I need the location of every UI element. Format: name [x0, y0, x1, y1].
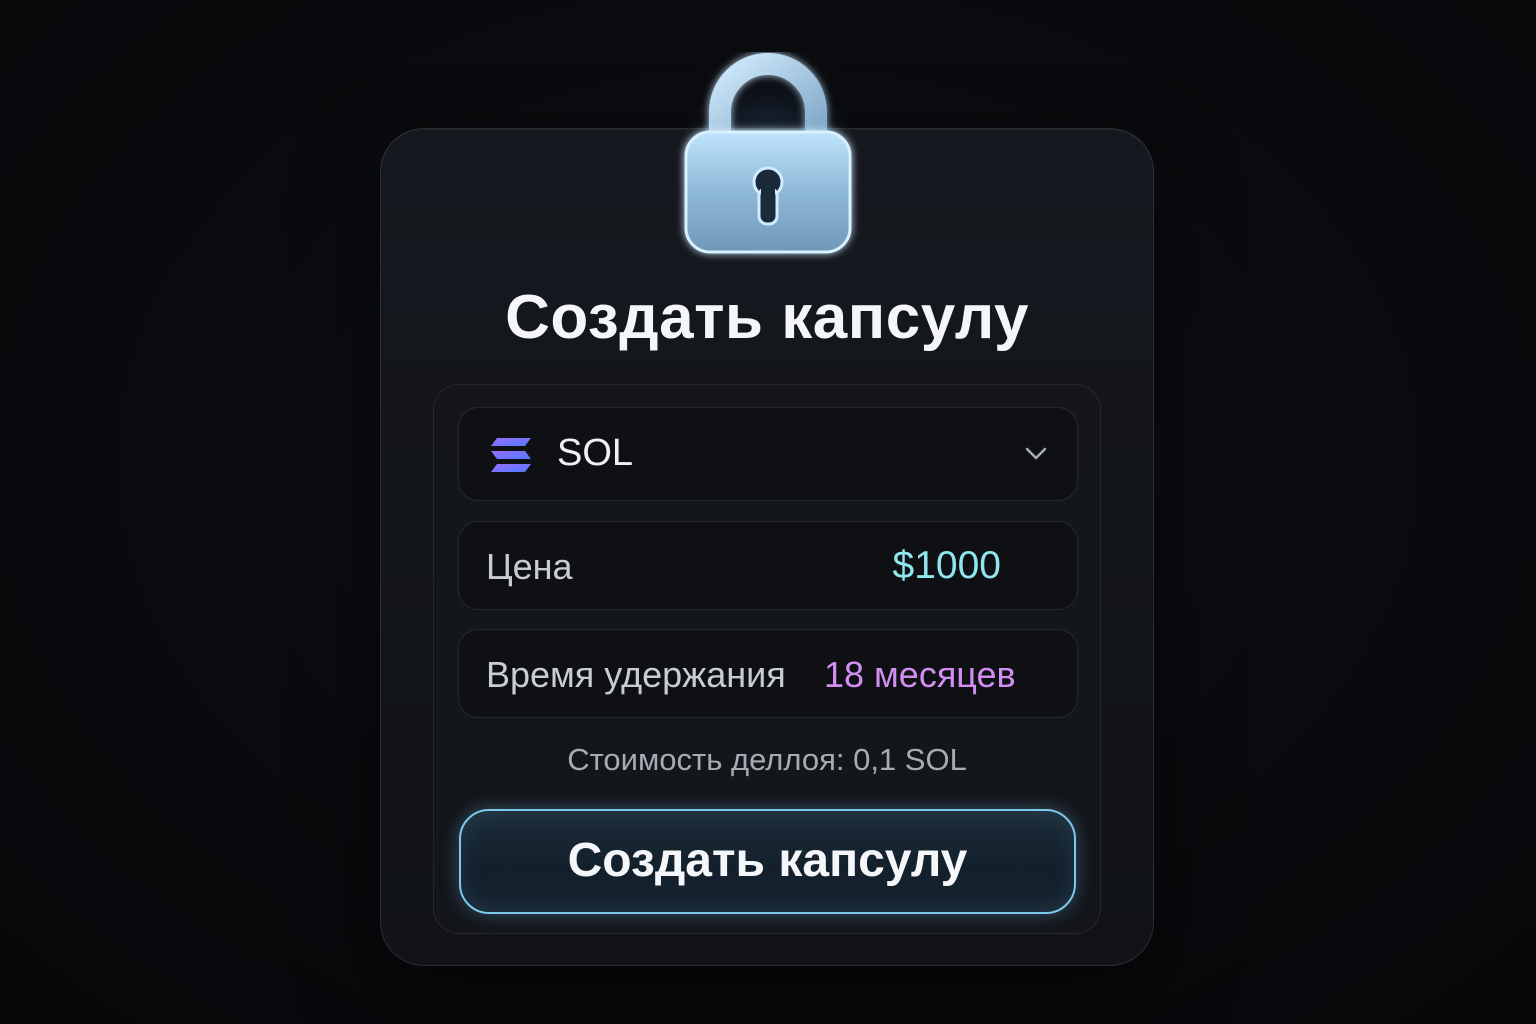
lock-icon: [668, 52, 868, 262]
page: Создать капсулу SOL Цена $1000 Время уде…: [0, 0, 1536, 1024]
hold-time-label: Время удержания: [486, 654, 786, 695]
solana-icon: [491, 438, 531, 472]
deploy-fee-text: Стоимость деллоя: 0,1 SOL: [567, 742, 967, 777]
token-select[interactable]: SOL: [458, 407, 1078, 501]
chevron-down-icon: [1025, 447, 1047, 460]
create-capsule-button[interactable]: Создать капсулу: [459, 809, 1076, 914]
hold-time-value: 18 месяцев: [824, 654, 1016, 695]
page-title: Создать капсулу: [505, 283, 1029, 352]
price-value: $1000: [892, 544, 1001, 587]
price-field[interactable]: Цена $1000: [458, 521, 1078, 610]
price-label: Цена: [486, 546, 573, 587]
token-select-value: SOL: [557, 432, 634, 474]
hold-time-field[interactable]: Время удержания 18 месяцев: [458, 629, 1078, 718]
